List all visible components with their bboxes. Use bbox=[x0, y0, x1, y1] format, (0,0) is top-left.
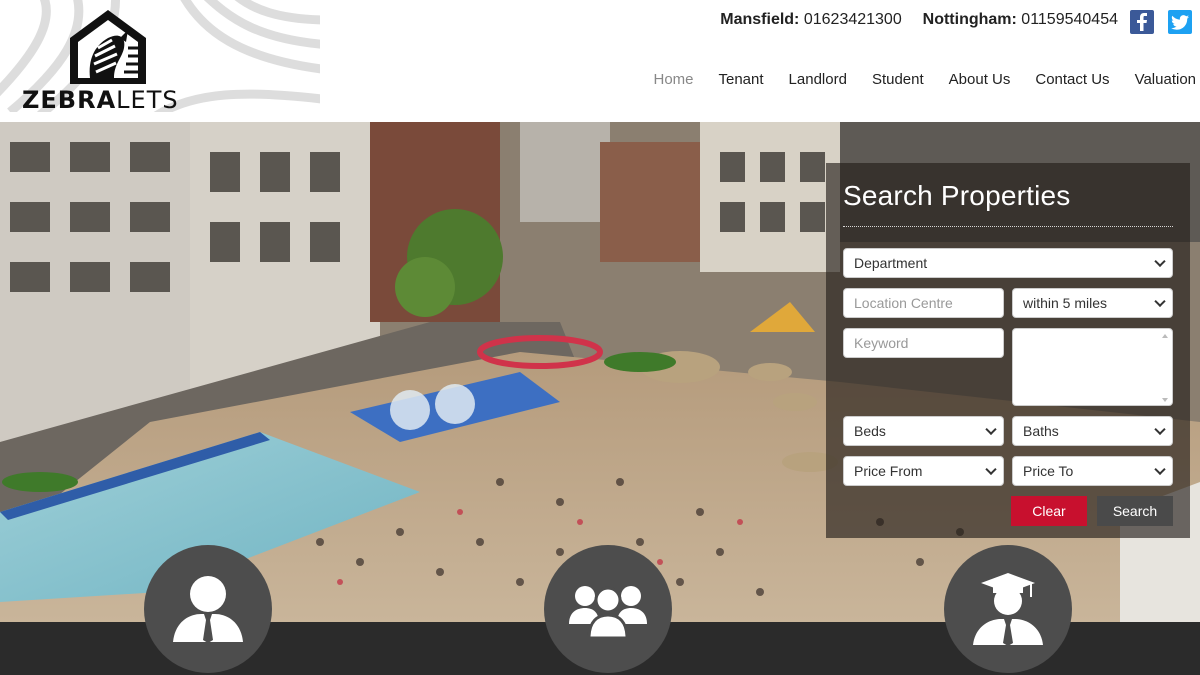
search-properties-panel: Search Properties Department Location Ce… bbox=[826, 163, 1190, 538]
zebra-house-logo-icon bbox=[70, 10, 146, 84]
radius-select[interactable]: within 5 miles bbox=[1012, 288, 1173, 318]
nav-student[interactable]: Student bbox=[872, 71, 924, 88]
office-city-mansfield: Mansfield: bbox=[720, 11, 800, 28]
office-phone-mansfield[interactable]: 01623421300 bbox=[804, 11, 902, 28]
location-centre-input[interactable]: Location Centre bbox=[843, 288, 1004, 318]
department-select[interactable]: Department bbox=[843, 248, 1173, 278]
tenant-user-icon bbox=[173, 576, 243, 643]
contact-phones: Mansfield: 01623421300 Nottingham: 01159… bbox=[720, 11, 1118, 29]
zebralets-logo[interactable]: ZEBRALETS bbox=[20, 8, 200, 114]
keyword-listbox[interactable] bbox=[1012, 328, 1173, 406]
search-button[interactable]: Search bbox=[1097, 496, 1173, 526]
group-users-icon bbox=[569, 586, 647, 638]
office-city-nottingham: Nottingham: bbox=[922, 11, 1017, 28]
search-title-divider bbox=[843, 226, 1173, 227]
search-panel-title: Search Properties bbox=[843, 180, 1071, 211]
nav-home[interactable]: Home bbox=[653, 71, 693, 88]
group-feature-circle[interactable] bbox=[544, 545, 672, 673]
nav-tenant[interactable]: Tenant bbox=[719, 71, 764, 88]
nav-landlord[interactable]: Landlord bbox=[789, 71, 847, 88]
site-header: ZEBRALETS Mansfield: 01623421300 Notting… bbox=[0, 0, 1200, 122]
nav-about-us[interactable]: About Us bbox=[949, 71, 1011, 88]
twitter-link[interactable] bbox=[1168, 10, 1192, 34]
nav-contact-us[interactable]: Contact Us bbox=[1035, 71, 1109, 88]
price-to-select[interactable]: Price To bbox=[1012, 456, 1173, 486]
twitter-icon bbox=[1171, 14, 1189, 30]
nav-valuation[interactable]: Valuation bbox=[1135, 71, 1196, 88]
clear-button[interactable]: Clear bbox=[1011, 496, 1087, 526]
student-feature-circle[interactable] bbox=[944, 545, 1072, 673]
facebook-link[interactable] bbox=[1130, 10, 1154, 34]
tenant-feature-circle[interactable] bbox=[144, 545, 272, 673]
main-navigation: Home Tenant Landlord Student About Us Co… bbox=[653, 71, 1196, 88]
beds-select[interactable]: Beds bbox=[843, 416, 1004, 446]
keyword-input[interactable]: Keyword bbox=[843, 328, 1004, 358]
logo-wordmark: ZEBRALETS bbox=[22, 86, 179, 114]
office-phone-nottingham[interactable]: 01159540454 bbox=[1021, 11, 1118, 28]
student-graduate-icon bbox=[973, 573, 1043, 646]
baths-select[interactable]: Baths bbox=[1012, 416, 1173, 446]
facebook-icon bbox=[1137, 13, 1147, 31]
listbox-scrollbar[interactable] bbox=[1160, 331, 1170, 405]
price-from-select[interactable]: Price From bbox=[843, 456, 1004, 486]
